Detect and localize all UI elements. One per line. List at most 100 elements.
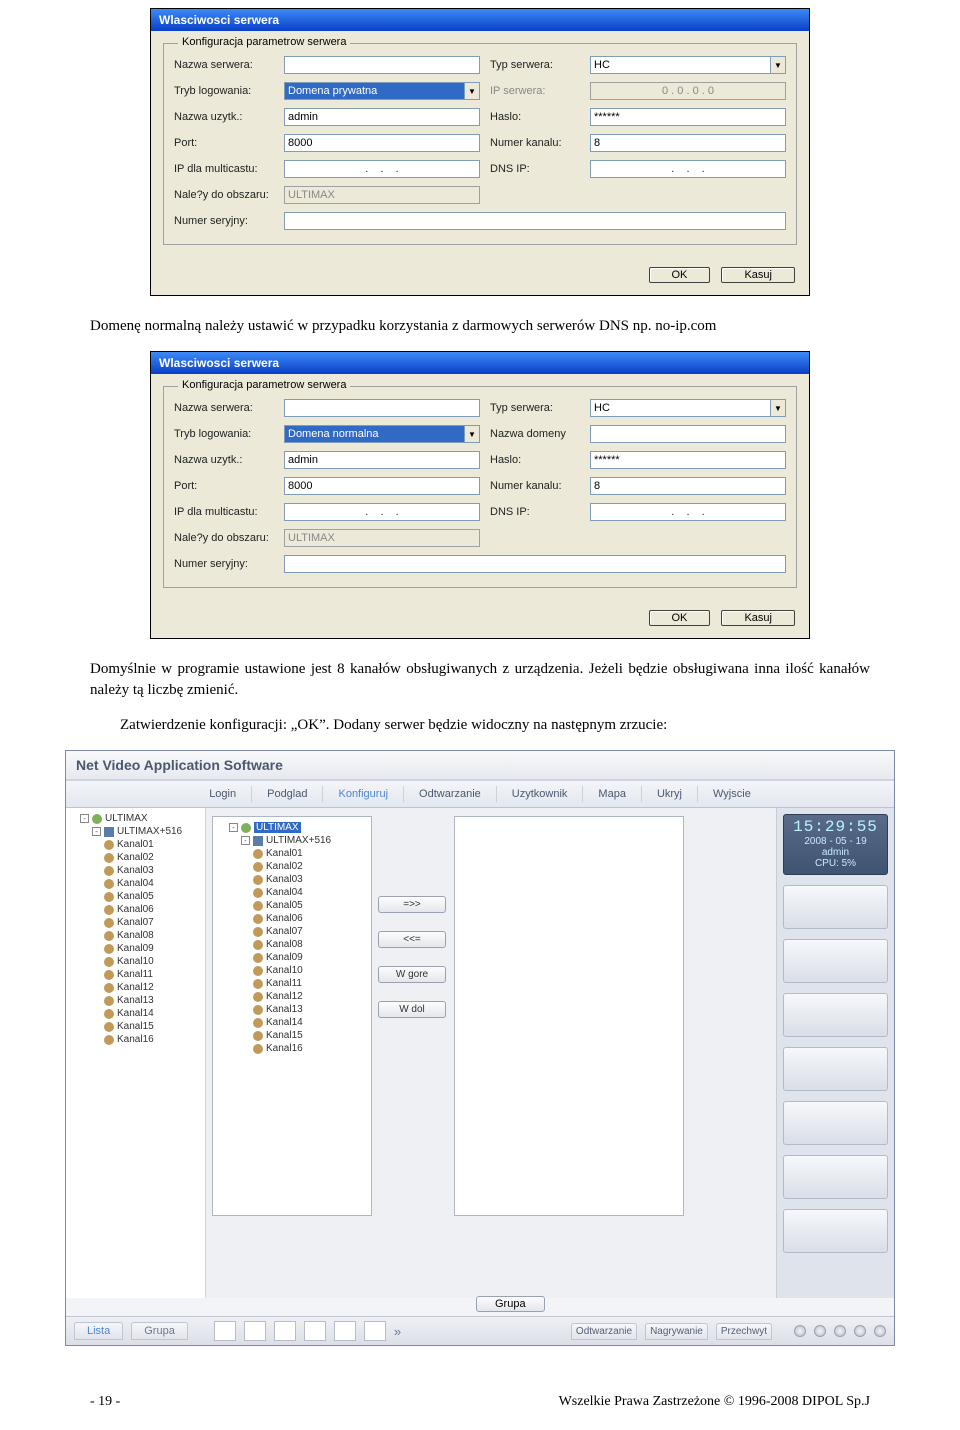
layout-more-icon[interactable]: » [394, 1324, 401, 1339]
select-typ-serwera[interactable]: ▼ [590, 56, 786, 74]
tree-channel[interactable]: Kanal10 [253, 964, 367, 977]
remove-button[interactable]: <<= [378, 931, 446, 948]
tree-channel[interactable]: Kanal08 [104, 929, 203, 942]
tree-channel[interactable]: Kanal05 [253, 899, 367, 912]
select-tryb-logowania-value[interactable] [284, 425, 464, 443]
chevron-down-icon[interactable]: ▼ [770, 56, 786, 74]
nav-login[interactable]: Login [194, 786, 252, 802]
input-dns-ip[interactable]: . . . [590, 503, 786, 521]
tab-nagrywanie[interactable]: Nagrywanie [645, 1323, 708, 1340]
tree-channel[interactable]: Kanal16 [104, 1033, 203, 1046]
nav-odtwarzanie[interactable]: Odtwarzanie [404, 786, 497, 802]
tree-channel[interactable]: Kanal11 [104, 968, 203, 981]
tree-channel[interactable]: Kanal10 [104, 955, 203, 968]
layout-16-icon[interactable] [364, 1321, 386, 1341]
tree-channel[interactable]: Kanal03 [253, 873, 367, 886]
select-tryb-logowania[interactable]: ▼ [284, 82, 480, 100]
tree-channel[interactable]: Kanal16 [253, 1042, 367, 1055]
tree-device[interactable]: -ULTIMAX+516 [241, 834, 367, 847]
tree-channel[interactable]: Kanal14 [253, 1016, 367, 1029]
dot-button-3[interactable] [834, 1325, 846, 1337]
nav-ukryj[interactable]: Ukryj [642, 786, 698, 802]
select-typ-serwera[interactable]: ▼ [590, 399, 786, 417]
input-numer-kanalu[interactable] [590, 134, 786, 152]
input-nazwa-domeny[interactable] [590, 425, 786, 443]
tree-channel[interactable]: Kanal07 [104, 916, 203, 929]
tab-grupa[interactable]: Grupa [131, 1322, 188, 1340]
move-down-button[interactable]: W dol [378, 1001, 446, 1018]
dot-button-5[interactable] [874, 1325, 886, 1337]
nav-podglad[interactable]: Podglad [252, 786, 323, 802]
tab-przechwyt[interactable]: Przechwyt [716, 1323, 772, 1340]
layout-1-icon[interactable] [214, 1321, 236, 1341]
input-nazwa-uzytk[interactable] [284, 451, 480, 469]
tree-root[interactable]: -ULTIMAX [80, 812, 203, 825]
layout-8-icon[interactable] [304, 1321, 326, 1341]
cancel-button[interactable]: Kasuj [721, 267, 795, 283]
input-numer-kanalu[interactable] [590, 477, 786, 495]
tree-channel[interactable]: Kanal09 [253, 951, 367, 964]
tree-channel[interactable]: Kanal07 [253, 925, 367, 938]
tree-channel[interactable]: Kanal02 [253, 860, 367, 873]
input-nazwa-uzytk[interactable] [284, 108, 480, 126]
tree-device[interactable]: -ULTIMAX+516 [92, 825, 203, 838]
tree-channel[interactable]: Kanal12 [253, 990, 367, 1003]
layout-9-icon[interactable] [334, 1321, 356, 1341]
side-button-1[interactable] [783, 885, 888, 929]
grupa-button[interactable]: Grupa [476, 1296, 545, 1312]
input-haslo[interactable] [590, 451, 786, 469]
tree-channel[interactable]: Kanal04 [104, 877, 203, 890]
cancel-button[interactable]: Kasuj [721, 610, 795, 626]
dot-button-2[interactable] [814, 1325, 826, 1337]
chevron-down-icon[interactable]: ▼ [770, 399, 786, 417]
tree-channel[interactable]: Kanal15 [104, 1020, 203, 1033]
ok-button[interactable]: OK [649, 267, 711, 283]
nav-konfiguruj[interactable]: Konfiguruj [323, 786, 404, 802]
tree-channel[interactable]: Kanal02 [104, 851, 203, 864]
add-button[interactable]: =>> [378, 896, 446, 913]
input-numer-seryjny[interactable] [284, 212, 786, 230]
layout-6-icon[interactable] [274, 1321, 296, 1341]
tree-channel[interactable]: Kanal05 [104, 890, 203, 903]
nav-mapa[interactable]: Mapa [583, 786, 642, 802]
tree-channel[interactable]: Kanal13 [253, 1003, 367, 1016]
input-haslo[interactable] [590, 108, 786, 126]
tree-channel[interactable]: Kanal11 [253, 977, 367, 990]
dot-button-4[interactable] [854, 1325, 866, 1337]
tree-channel[interactable]: Kanal01 [104, 838, 203, 851]
input-port[interactable] [284, 134, 480, 152]
tree-channel[interactable]: Kanal01 [253, 847, 367, 860]
input-ip-multicastu[interactable]: . . . [284, 160, 480, 178]
select-typ-serwera-value[interactable] [590, 56, 770, 74]
input-ip-multicastu[interactable]: . . . [284, 503, 480, 521]
nav-uzytkownik[interactable]: Uzytkownik [497, 786, 584, 802]
side-button-2[interactable] [783, 939, 888, 983]
side-button-5[interactable] [783, 1101, 888, 1145]
tree-channel[interactable]: Kanal03 [104, 864, 203, 877]
chevron-down-icon[interactable]: ▼ [464, 82, 480, 100]
tab-odtwarzanie[interactable]: Odtwarzanie [571, 1323, 637, 1340]
tree-channel[interactable]: Kanal09 [104, 942, 203, 955]
input-dns-ip[interactable]: . . . [590, 160, 786, 178]
tree-channel[interactable]: Kanal13 [104, 994, 203, 1007]
input-port[interactable] [284, 477, 480, 495]
dot-button-1[interactable] [794, 1325, 806, 1337]
tree-channel[interactable]: Kanal14 [104, 1007, 203, 1020]
move-up-button[interactable]: W gore [378, 966, 446, 983]
tree-channel[interactable]: Kanal04 [253, 886, 367, 899]
ok-button[interactable]: OK [649, 610, 711, 626]
input-numer-seryjny[interactable] [284, 555, 786, 573]
input-nazwa-serwera[interactable] [284, 399, 480, 417]
tree-root[interactable]: -ULTIMAX [229, 821, 367, 834]
select-tryb-logowania[interactable]: ▼ [284, 425, 480, 443]
input-nazwa-serwera[interactable] [284, 56, 480, 74]
select-tryb-logowania-value[interactable] [284, 82, 464, 100]
chevron-down-icon[interactable]: ▼ [464, 425, 480, 443]
tree-channel[interactable]: Kanal06 [253, 912, 367, 925]
side-button-7[interactable] [783, 1209, 888, 1253]
select-typ-serwera-value[interactable] [590, 399, 770, 417]
layout-4-icon[interactable] [244, 1321, 266, 1341]
side-button-4[interactable] [783, 1047, 888, 1091]
tree-channel[interactable]: Kanal06 [104, 903, 203, 916]
tree-channel[interactable]: Kanal08 [253, 938, 367, 951]
